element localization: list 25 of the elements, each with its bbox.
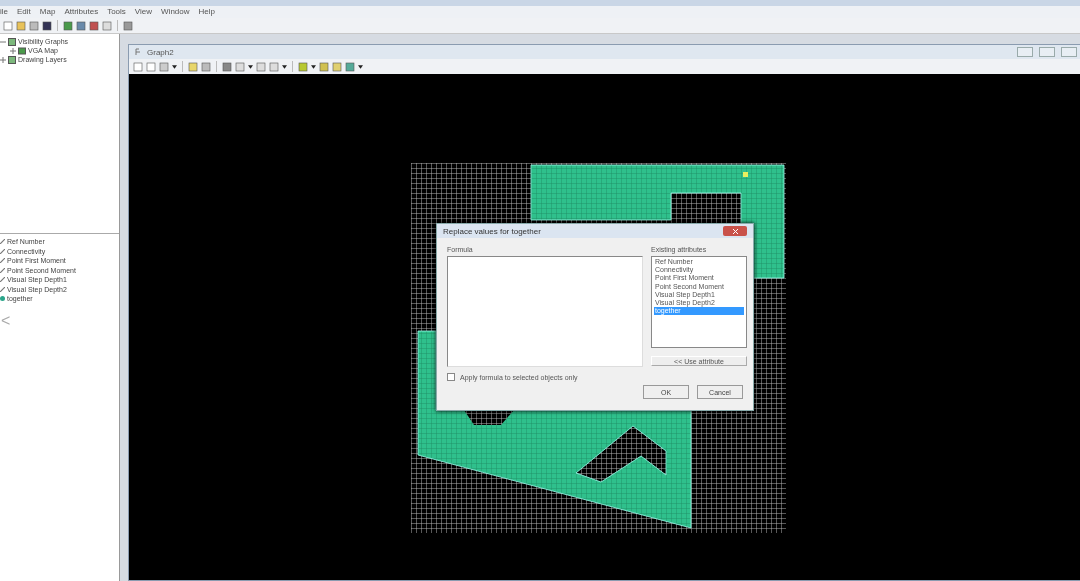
caret-icon[interactable] [248,64,253,69]
menu-item[interactable]: Attributes [64,7,99,17]
plus-icon[interactable] [10,47,16,54]
menu-item[interactable]: Tools [107,7,126,17]
window-title: Graph2 [147,47,174,57]
close-icon [732,228,738,234]
dialog-title: Replace values for together [443,226,541,236]
menu-item[interactable]: Edit [17,7,31,17]
formula-field[interactable] [447,256,643,367]
close-button[interactable] [1061,47,1077,57]
plus-icon[interactable] [0,56,6,63]
minus-icon[interactable] [0,38,6,45]
menu-item[interactable]: View [134,7,153,17]
minimize-button[interactable] [1017,47,1033,57]
menu-item[interactable]: Map [39,7,56,17]
restore-button[interactable] [1039,47,1055,57]
menu-item[interactable]: Window [161,7,190,17]
caret-icon[interactable] [311,64,316,69]
menu-item[interactable]: ile [0,7,8,17]
caret-icon[interactable] [172,64,177,69]
caret-icon[interactable] [358,64,363,69]
checkbox[interactable] [447,373,455,381]
close-button[interactable] [723,226,747,236]
caret-icon[interactable] [282,64,287,69]
menu-item[interactable]: Help [198,7,215,17]
